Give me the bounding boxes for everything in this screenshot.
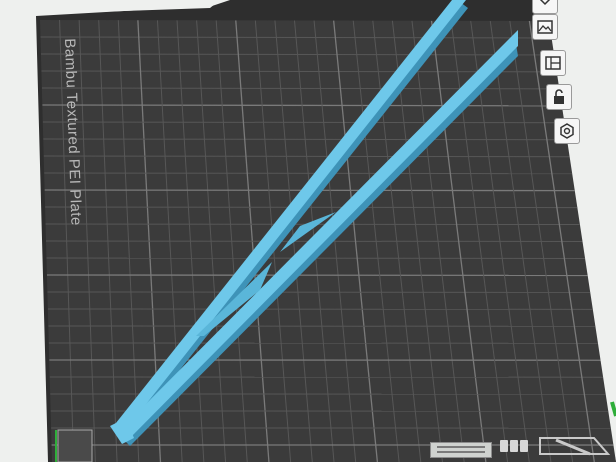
lock-tool-button[interactable] — [546, 84, 572, 110]
mini-doc-icon[interactable] — [510, 440, 518, 452]
top-edge-tool-button[interactable] — [532, 0, 558, 14]
mini-pin-icon[interactable] — [500, 440, 508, 452]
image-tool-button[interactable] — [532, 14, 558, 40]
layout-tool-button[interactable] — [540, 50, 566, 76]
origin-marker — [57, 429, 93, 462]
plate-status-badge — [430, 442, 492, 458]
image-icon — [537, 20, 553, 34]
mini-bar-icon[interactable] — [520, 440, 528, 452]
plate-mini-tools — [500, 440, 528, 452]
lock-icon — [552, 89, 566, 105]
green-edge-marker — [610, 401, 616, 417]
arrow-icon — [538, 0, 552, 6]
3d-viewport[interactable] — [0, 0, 616, 462]
settings-icon — [559, 123, 575, 139]
settings-tool-button[interactable] — [554, 118, 580, 144]
layout-icon — [545, 56, 561, 70]
